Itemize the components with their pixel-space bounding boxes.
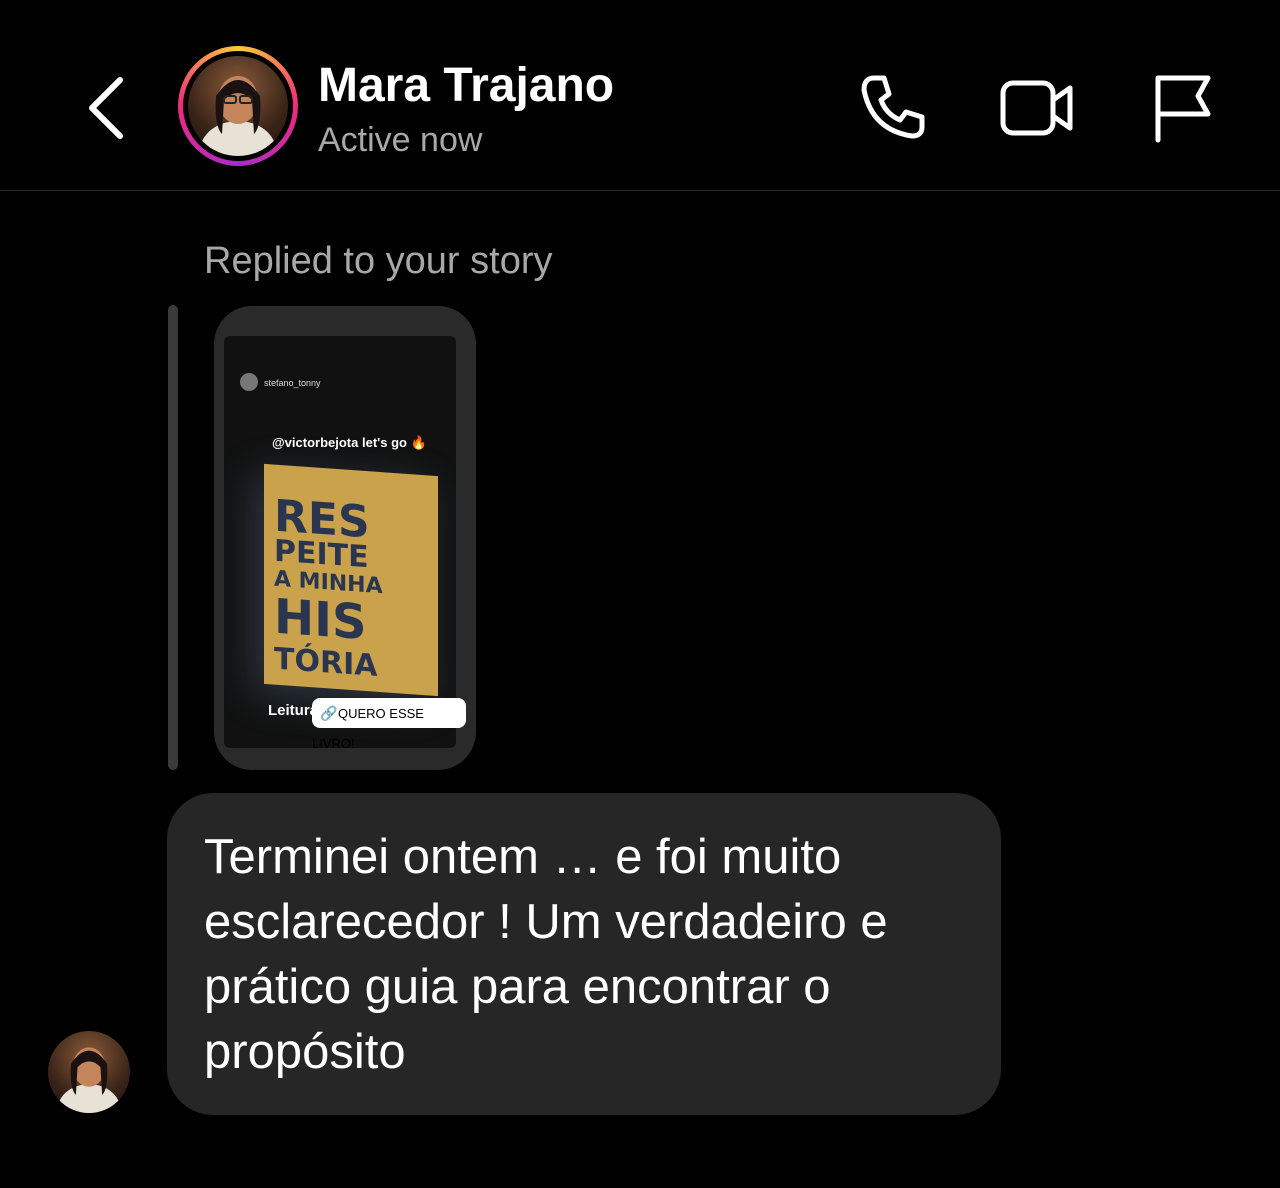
active-status: Active now bbox=[318, 121, 483, 159]
story-username: stefano_tonny bbox=[264, 378, 321, 388]
story-user-avatar bbox=[240, 373, 258, 391]
avatar-photo bbox=[188, 56, 288, 156]
chevron-left-icon bbox=[89, 77, 123, 139]
story-mention: @victorbejota let's go 🔥 bbox=[272, 435, 427, 450]
flag-icon bbox=[1155, 75, 1211, 143]
story-screen: stefano_tonny @victorbejota let's go 🔥 R… bbox=[224, 336, 456, 748]
book-cover: RES PEITE A MINHA HIS TÓRIA bbox=[264, 463, 438, 697]
sender-avatar[interactable] bbox=[48, 1031, 130, 1113]
story-reply-label: Replied to your story bbox=[204, 240, 553, 282]
conversation-header: Mara Trajano Active now bbox=[0, 0, 1280, 191]
story-preview[interactable]: stefano_tonny @victorbejota let's go 🔥 R… bbox=[214, 306, 476, 770]
video-call-button[interactable] bbox=[998, 68, 1078, 148]
profile-avatar[interactable] bbox=[178, 46, 298, 166]
link-icon: 🔗 bbox=[320, 705, 338, 721]
message-bubble[interactable]: Terminei ontem … e foi muito esclarecedo… bbox=[167, 793, 1001, 1115]
message-text: Terminei ontem … e foi muito esclarecedo… bbox=[204, 830, 888, 1079]
report-button[interactable] bbox=[1146, 68, 1226, 148]
video-camera-icon bbox=[1000, 80, 1073, 136]
back-button[interactable] bbox=[80, 72, 140, 144]
book-title-line: TÓRIA bbox=[274, 641, 378, 684]
call-button[interactable] bbox=[852, 68, 932, 148]
reply-indicator-bar bbox=[168, 305, 178, 770]
phone-icon bbox=[861, 75, 925, 139]
contact-name[interactable]: Mara Trajano bbox=[318, 58, 614, 113]
story-link-sticker[interactable]: 🔗QUERO ESSE LIVRO! bbox=[312, 698, 466, 751]
